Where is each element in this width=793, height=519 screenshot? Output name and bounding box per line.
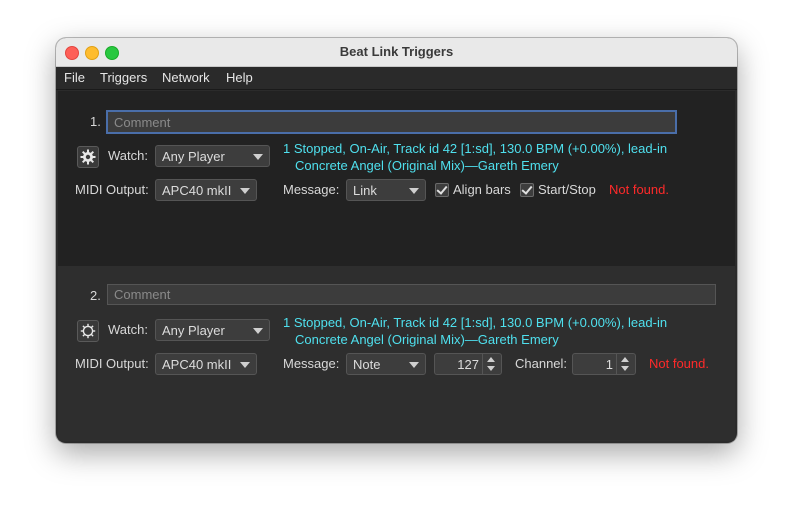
midi-output-select[interactable]: APC40 mkII xyxy=(155,353,257,375)
message-select[interactable]: Note xyxy=(346,353,426,375)
midi-output-value: APC40 mkII xyxy=(162,357,232,372)
decrement-icon[interactable] xyxy=(487,366,495,371)
player-status-line: 1 Stopped, On-Air, Track id 42 [1:sd], 1… xyxy=(283,141,668,156)
watch-player-value: Any Player xyxy=(162,149,225,164)
watch-label: Watch: xyxy=(108,148,148,163)
title-bar[interactable]: Beat Link Triggers xyxy=(56,38,737,67)
stepper-arrows[interactable] xyxy=(482,354,501,374)
trigger-list: 1. Comment Watch: Any Player 1 Stopped, … xyxy=(58,91,735,441)
increment-icon[interactable] xyxy=(621,357,629,362)
increment-icon[interactable] xyxy=(487,357,495,362)
message-label: Message: xyxy=(283,182,340,197)
message-select[interactable]: Link xyxy=(346,179,426,201)
trigger-index: 2. xyxy=(90,288,101,303)
checkmark-icon xyxy=(521,183,533,195)
midi-output-label: MIDI Output: xyxy=(75,182,149,197)
watch-player-value: Any Player xyxy=(162,323,225,338)
message-label: Message: xyxy=(283,356,340,371)
comment-field[interactable]: Comment xyxy=(106,110,677,134)
watch-player-select[interactable]: Any Player xyxy=(155,319,270,341)
track-title-line: Concrete Angel (Original Mix)—Gareth Eme… xyxy=(295,332,559,347)
align-bars-label: Align bars xyxy=(453,182,511,197)
start-stop-checkbox[interactable] xyxy=(520,183,534,197)
channel-spinner[interactable]: 1 xyxy=(572,353,636,375)
align-bars-checkbox[interactable] xyxy=(435,183,449,197)
trigger-row: 1. Comment Watch: Any Player 1 Stopped, … xyxy=(58,91,735,266)
window-title: Beat Link Triggers xyxy=(339,44,454,59)
channel-value: 1 xyxy=(605,357,613,372)
midi-status-error: Not found. xyxy=(609,182,669,197)
menu-network[interactable]: Network xyxy=(162,70,210,85)
watch-player-select[interactable]: Any Player xyxy=(155,145,270,167)
menu-help[interactable]: Help xyxy=(226,70,253,85)
chevron-down-icon xyxy=(240,362,250,368)
chevron-down-icon xyxy=(409,188,419,194)
player-status-line: 1 Stopped, On-Air, Track id 42 [1:sd], 1… xyxy=(283,315,668,330)
message-value: Link xyxy=(353,183,377,198)
menu-triggers[interactable]: Triggers xyxy=(100,70,147,85)
note-number-spinner[interactable]: 127 xyxy=(434,353,502,375)
message-value: Note xyxy=(353,357,381,372)
menu-file[interactable]: File xyxy=(64,70,85,85)
app-window: Beat Link Triggers File Triggers Network… xyxy=(56,38,737,443)
midi-output-value: APC40 mkII xyxy=(162,183,232,198)
comment-field[interactable]: Comment xyxy=(107,284,716,305)
menu-bar: File Triggers Network Help xyxy=(56,67,737,90)
note-number-value: 127 xyxy=(457,357,479,372)
chevron-down-icon xyxy=(253,154,263,160)
checkmark-icon xyxy=(436,183,448,195)
trigger-settings-button[interactable] xyxy=(77,320,99,342)
chevron-down-icon xyxy=(240,188,250,194)
trigger-row: 2. Comment Watch: Any Player 1 Stopped, … xyxy=(58,266,735,441)
midi-output-select[interactable]: APC40 mkII xyxy=(155,179,257,201)
track-title-line: Concrete Angel (Original Mix)—Gareth Eme… xyxy=(295,158,559,173)
midi-status-error: Not found. xyxy=(649,356,709,371)
watch-label: Watch: xyxy=(108,322,148,337)
chevron-down-icon xyxy=(253,328,263,334)
channel-label: Channel: xyxy=(515,356,568,371)
trigger-settings-button[interactable] xyxy=(77,146,99,168)
chevron-down-icon xyxy=(409,362,419,368)
trigger-index: 1. xyxy=(90,114,101,129)
start-stop-label: Start/Stop xyxy=(538,182,596,197)
midi-output-label: MIDI Output: xyxy=(75,356,149,371)
stepper-arrows[interactable] xyxy=(616,354,635,374)
decrement-icon[interactable] xyxy=(621,366,629,371)
